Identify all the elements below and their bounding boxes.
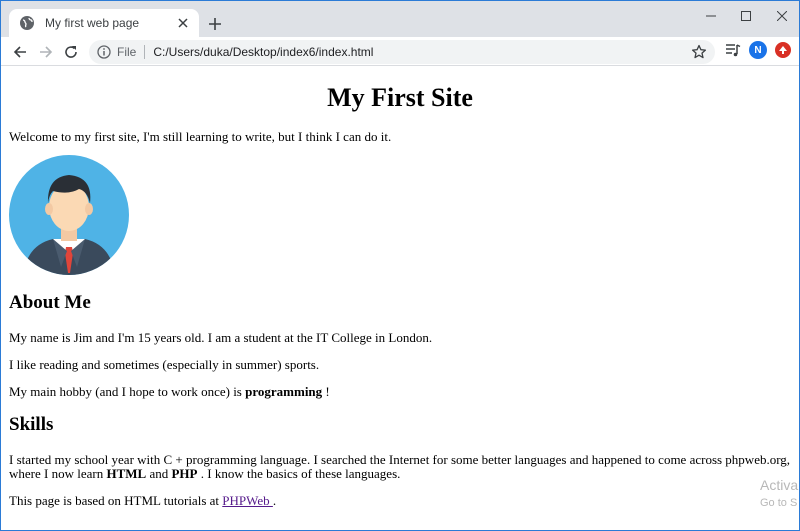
about-line-1: My name is Jim and I'm 15 years old. I a… [9, 330, 433, 345]
close-tab-icon[interactable] [175, 15, 191, 31]
skills-heading: Skills [9, 414, 54, 435]
skills-paragraph-2: This page is based on HTML tutorials at … [9, 493, 276, 508]
page-content: My First Site Welcome to my first site, … [1, 67, 799, 530]
forward-button[interactable] [35, 41, 57, 63]
profile-picture [9, 155, 129, 275]
arrow-left-icon [13, 46, 26, 58]
about-line-2: I like reading and sometimes (especially… [9, 357, 320, 372]
arrow-right-icon [40, 46, 53, 58]
minimize-icon [706, 15, 716, 17]
title-bar: My first web page [1, 1, 799, 37]
browser-toolbar: File C:/Users/duka/Desktop/index6/index.… [1, 37, 799, 66]
url-text[interactable]: C:/Users/duka/Desktop/index6/index.html [153, 45, 715, 59]
maximize-icon [741, 11, 751, 21]
skills-line-2: where I now learn HTML and PHP . I know … [9, 466, 400, 481]
page-title: My First Site [327, 83, 473, 112]
reload-icon [65, 46, 77, 58]
skills-html-bold: HTML [106, 466, 147, 481]
star-icon[interactable] [691, 44, 707, 60]
activation-watermark: Activa Go to S [760, 477, 798, 509]
watermark-line-1: Activa [760, 477, 799, 493]
browser-window: My first web page File C:/Users/duka/Des… [0, 0, 800, 531]
reload-button[interactable] [60, 41, 82, 63]
extension-icon[interactable] [775, 42, 791, 58]
file-scheme-label: File [117, 45, 137, 59]
about-line-3-bold: programming [245, 384, 323, 399]
watermark-line-2: Go to S [760, 497, 798, 509]
skills-php-bold: PHP [171, 466, 198, 481]
globe-icon [19, 15, 35, 31]
about-heading: About Me [9, 292, 91, 313]
plus-icon [209, 18, 221, 30]
tab-title: My first web page [45, 16, 140, 30]
skills-para-2-text: This page is based on HTML tutorials at [9, 493, 223, 508]
tab-active[interactable]: My first web page [9, 9, 199, 37]
address-separator [144, 45, 146, 59]
maximize-button[interactable] [731, 5, 761, 27]
skills-and-text: and [146, 466, 172, 481]
skills-line-2-text: where I now learn [9, 466, 107, 481]
profile-avatar[interactable]: N [749, 41, 767, 59]
skills-para-2-end: . [272, 493, 277, 508]
about-line-3-text: My main hobby (and I hope to work once) … [9, 384, 246, 399]
close-window-button[interactable] [767, 5, 797, 27]
info-icon[interactable] [97, 45, 111, 59]
about-line-3: My main hobby (and I hope to work once) … [9, 384, 330, 399]
intro-paragraph: Welcome to my first site, I'm still lear… [9, 129, 392, 144]
phpweb-link[interactable]: PHPWeb [222, 493, 273, 508]
address-bar[interactable]: File C:/Users/duka/Desktop/index6/index.… [89, 40, 715, 64]
about-line-3-end: ! [322, 384, 330, 399]
media-control-icon[interactable] [725, 42, 741, 58]
back-button[interactable] [9, 41, 31, 63]
minimize-button[interactable] [696, 5, 726, 27]
skills-line-1: I started my school year with C + progra… [9, 452, 791, 467]
close-icon [777, 11, 787, 21]
skills-line-2-end: . I know the basics of these languages. [197, 466, 401, 481]
new-tab-button[interactable] [205, 14, 225, 34]
